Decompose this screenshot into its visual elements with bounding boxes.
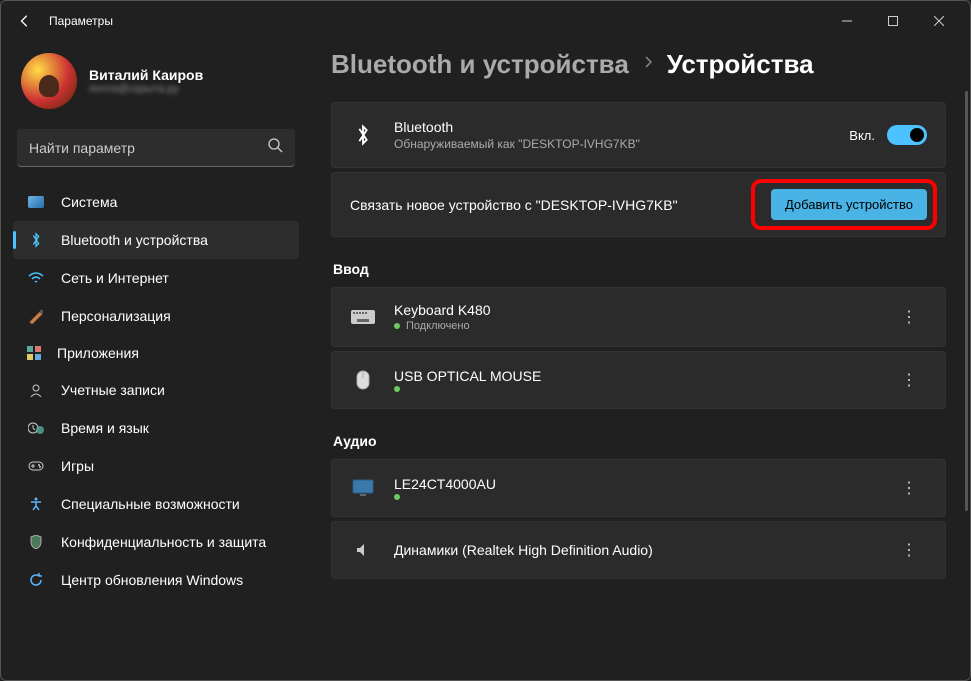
bluetooth-icon xyxy=(27,231,45,249)
update-icon xyxy=(27,571,45,589)
sidebar: Виталий Каиров почта@скрыта.ру Система B… xyxy=(1,41,311,680)
bluetooth-icon xyxy=(350,122,376,148)
nav-list: Система Bluetooth и устройства Сеть и Ин… xyxy=(13,183,299,599)
section-title-audio: Аудио xyxy=(333,433,946,449)
search-input[interactable] xyxy=(29,140,267,156)
add-device-button[interactable]: Добавить устройство xyxy=(771,189,927,220)
bluetooth-toggle[interactable] xyxy=(887,125,927,145)
chevron-right-icon xyxy=(643,55,653,74)
sidebar-item-time-language[interactable]: Время и язык xyxy=(13,409,299,447)
status-dot-icon xyxy=(394,323,400,329)
scrollbar[interactable] xyxy=(965,91,968,511)
maximize-button[interactable] xyxy=(870,5,916,37)
privacy-icon xyxy=(27,533,45,551)
pair-device-card: Связать новое устройство с "DESKTOP-IVHG… xyxy=(331,172,946,237)
status-dot-icon xyxy=(394,386,400,392)
device-mouse[interactable]: USB OPTICAL MOUSE ⋮ xyxy=(331,351,946,409)
mouse-icon xyxy=(350,367,376,393)
more-button[interactable]: ⋮ xyxy=(893,474,927,502)
back-button[interactable] xyxy=(9,5,41,37)
more-button[interactable]: ⋮ xyxy=(893,303,927,331)
bluetooth-card: Bluetooth Обнаруживаемый как "DESKTOP-IV… xyxy=(331,102,946,168)
more-button[interactable]: ⋮ xyxy=(893,366,927,394)
sidebar-item-update[interactable]: Центр обновления Windows xyxy=(13,561,299,599)
wifi-icon xyxy=(27,269,45,287)
toggle-label: Вкл. xyxy=(849,128,875,143)
sidebar-item-accessibility[interactable]: Специальные возможности xyxy=(13,485,299,523)
user-email: почта@скрыта.ру xyxy=(89,83,203,95)
avatar xyxy=(21,53,77,109)
display-icon xyxy=(350,475,376,501)
user-name: Виталий Каиров xyxy=(89,67,203,83)
apps-icon xyxy=(27,346,41,360)
personalization-icon xyxy=(27,307,45,325)
bluetooth-subtitle: Обнаруживаемый как "DESKTOP-IVHG7KB" xyxy=(394,137,849,151)
accounts-icon xyxy=(27,381,45,399)
keyboard-icon xyxy=(350,304,376,330)
pair-device-text: Связать новое устройство с "DESKTOP-IVHG… xyxy=(350,197,771,213)
bluetooth-title: Bluetooth xyxy=(394,119,849,135)
sidebar-item-bluetooth[interactable]: Bluetooth и устройства xyxy=(13,221,299,259)
window-controls xyxy=(824,5,962,37)
system-icon xyxy=(27,193,45,211)
sidebar-item-accounts[interactable]: Учетные записи xyxy=(13,371,299,409)
section-title-input: Ввод xyxy=(333,261,946,277)
sidebar-item-system[interactable]: Система xyxy=(13,183,299,221)
breadcrumb-current: Устройства xyxy=(667,49,814,80)
speaker-icon xyxy=(350,537,376,563)
breadcrumb: Bluetooth и устройства Устройства xyxy=(331,49,946,80)
status-dot-icon xyxy=(394,494,400,500)
sidebar-item-gaming[interactable]: Игры xyxy=(13,447,299,485)
device-display[interactable]: LE24CT4000AU ⋮ xyxy=(331,459,946,517)
accessibility-icon xyxy=(27,495,45,513)
breadcrumb-parent[interactable]: Bluetooth и устройства xyxy=(331,49,629,80)
sidebar-item-privacy[interactable]: Конфиденциальность и защита xyxy=(13,523,299,561)
device-speakers[interactable]: Динамики (Realtek High Definition Audio)… xyxy=(331,521,946,579)
search-box[interactable] xyxy=(17,129,295,167)
user-profile[interactable]: Виталий Каиров почта@скрыта.ру xyxy=(13,41,299,125)
app-title: Параметры xyxy=(49,14,113,28)
close-button[interactable] xyxy=(916,5,962,37)
main-content: Bluetooth и устройства Устройства Blueto… xyxy=(311,41,970,680)
search-icon xyxy=(267,137,283,158)
gaming-icon xyxy=(27,457,45,475)
minimize-button[interactable] xyxy=(824,5,870,37)
time-language-icon xyxy=(27,419,45,437)
device-keyboard[interactable]: Keyboard K480 Подключено ⋮ xyxy=(331,287,946,347)
more-button[interactable]: ⋮ xyxy=(893,536,927,564)
sidebar-item-network[interactable]: Сеть и Интернет xyxy=(13,259,299,297)
sidebar-item-personalization[interactable]: Персонализация xyxy=(13,297,299,335)
titlebar: Параметры xyxy=(1,1,970,41)
sidebar-item-apps[interactable]: Приложения xyxy=(13,335,299,371)
